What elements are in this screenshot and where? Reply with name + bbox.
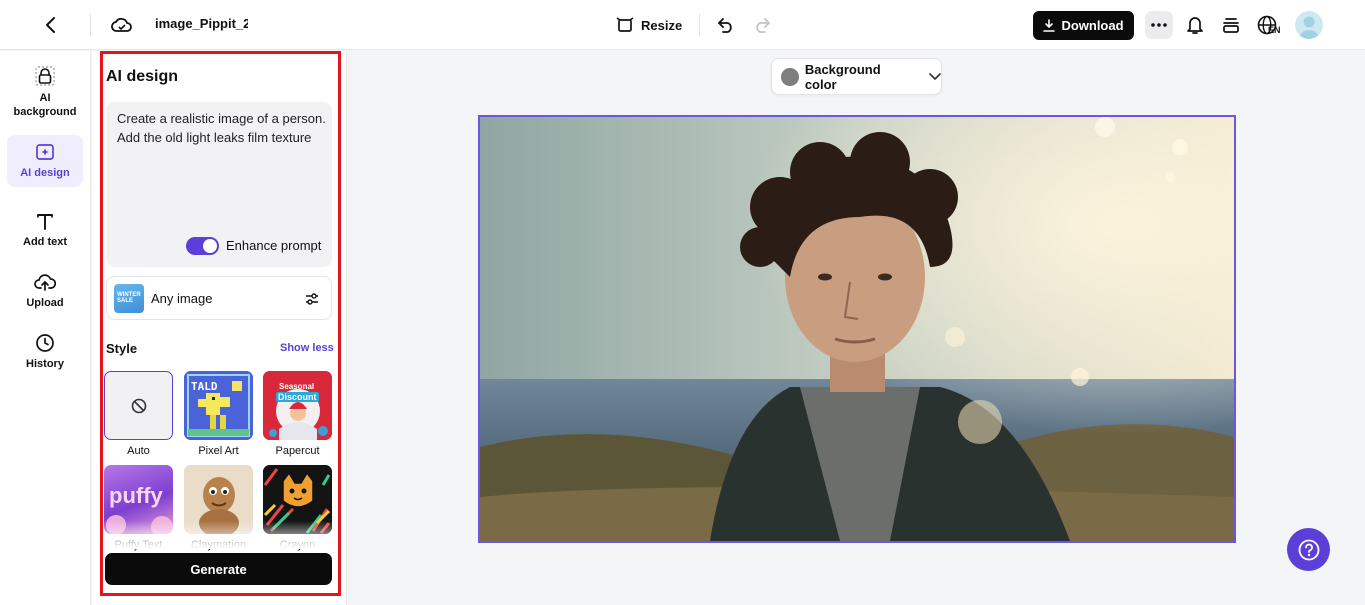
style-thumbnail [104,371,173,440]
pixel-thumb-text: TALD [191,380,218,393]
sidebar-item-upload[interactable]: Upload [7,272,83,314]
undo-icon[interactable] [715,12,737,38]
question-mark-icon [1298,539,1319,560]
image-type-selector[interactable]: WINTER SALE Any image [106,276,332,320]
style-option-pixel-art[interactable]: TALD Pixel Art [184,371,253,457]
enhance-prompt-toggle[interactable] [186,237,219,255]
image-type-thumbnail: WINTER SALE [114,284,144,313]
language-globe-icon[interactable]: EN [1255,12,1285,38]
settings-sliders-icon[interactable] [302,289,322,309]
enhance-prompt-label: Enhance prompt [226,238,322,253]
sidebar-item-ai-background[interactable]: AI background [7,65,83,121]
project-name[interactable]: image_Pippit_20 [155,16,248,31]
style-thumbnail: TALD [184,371,253,440]
help-button[interactable] [1287,528,1330,571]
layers-icon[interactable] [1219,12,1243,38]
image-type-label: Any image [151,291,213,306]
resize-button[interactable]: Resize [616,12,682,38]
download-icon [1043,19,1056,32]
upload-cloud-icon [34,274,56,291]
papercut-thumb-text-2: Discount [276,392,319,402]
generate-button[interactable]: Generate [105,553,332,585]
cloud-sync-icon[interactable] [110,12,134,38]
style-label: Auto [127,445,150,457]
scroll-fade [100,521,340,549]
left-sidebar: AI background AI design Add text Upload … [0,51,91,605]
portrait-photo [480,117,1234,541]
sidebar-item-label: Add text [23,236,67,248]
papercut-thumb-text-1: Seasonal [279,382,315,391]
text-icon [37,214,53,230]
resize-label: Resize [641,17,683,33]
prompt-text[interactable]: Create a realistic image of a person. Ad… [117,109,327,147]
divider [90,14,91,36]
notification-bell-icon[interactable] [1183,12,1207,38]
chevron-down-icon [929,72,941,81]
sidebar-item-label: History [26,358,64,370]
sidebar-item-ai-design[interactable]: AI design [7,135,83,187]
ai-design-icon [36,144,54,160]
puffy-thumb-text: puffy [109,483,163,508]
sidebar-item-label: Upload [26,297,64,309]
style-heading: Style [106,341,138,356]
resize-icon [616,17,634,32]
more-options-icon[interactable] [1145,11,1173,39]
sidebar-item-label: AI background [13,92,77,118]
prompt-input[interactable]: Create a realistic image of a person. Ad… [106,102,332,267]
background-color-label: Background color [804,61,881,92]
lock-bag-icon [35,66,55,86]
download-label: Download [1061,18,1124,33]
redo-icon [751,12,773,38]
no-style-icon [131,398,146,413]
style-option-auto[interactable]: Auto [104,371,173,457]
back-icon[interactable] [38,12,64,38]
clock-icon [36,334,54,352]
avatar[interactable] [1295,11,1323,39]
sidebar-item-add-text[interactable]: Add text [7,211,83,253]
canvas-image[interactable] [478,115,1236,543]
background-color-swatch [781,67,799,86]
show-less-link[interactable]: Show less [280,342,334,354]
panel-title: AI design [106,68,179,85]
sidebar-item-history[interactable]: History [7,333,83,375]
sidebar-item-label: AI design [20,167,70,179]
top-bar: image_Pippit_20 Resize Download EN [0,0,1365,50]
ai-design-panel: AI design Create a realistic image of a … [92,51,347,605]
style-option-papercut[interactable]: Seasonal Discount Papercut [263,371,332,457]
language-code: EN [1268,25,1281,35]
style-label: Papercut [275,445,320,457]
divider [699,14,700,36]
background-color-dropdown[interactable]: Background color [771,58,942,95]
style-label: Pixel Art [198,445,239,457]
download-button[interactable]: Download [1033,11,1134,40]
image-type-thumb-text: WINTER SALE [117,292,141,304]
style-thumbnail: Seasonal Discount [263,371,332,440]
